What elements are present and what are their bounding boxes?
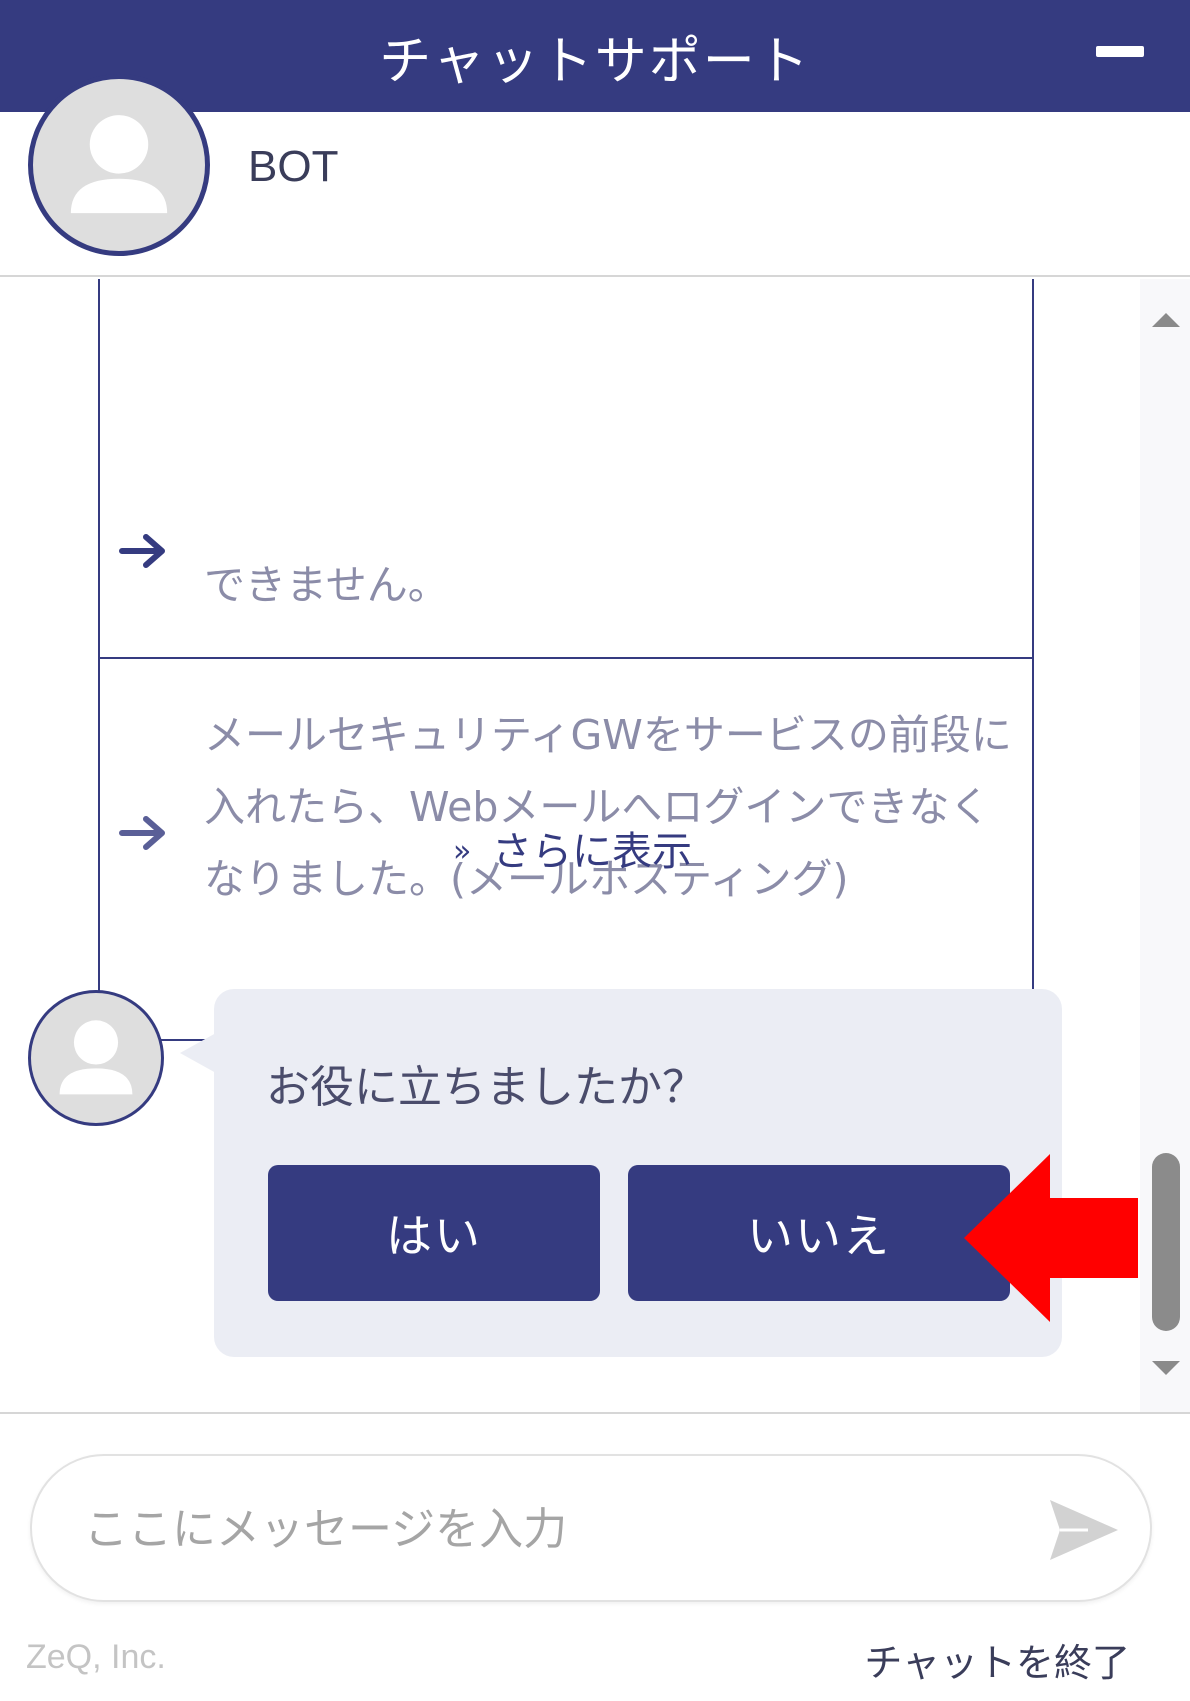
yes-button[interactable]: はい [268, 1165, 600, 1301]
minimize-icon[interactable] [1096, 46, 1144, 57]
header-title: チャットサポート [379, 31, 811, 92]
bot-avatar [28, 74, 210, 256]
no-button[interactable]: いいえ [628, 1165, 1010, 1301]
end-chat-link[interactable]: チャットを終了 [864, 1632, 1130, 1687]
bot-name: BOT [248, 142, 339, 191]
faq-item[interactable]: できません。 [100, 279, 1032, 659]
chat-widget: チャットサポート BOT できません。 メールセキュリティGWをサービスの前段に… [0, 0, 1190, 1701]
person-icon [59, 1020, 133, 1095]
faq-item-text: メールセキュリティGWをサービスの前段に入れたら、Webメールへログインできなく… [204, 711, 1012, 903]
send-icon[interactable] [1048, 1498, 1120, 1562]
show-more-link[interactable]: » さらに表示 [0, 819, 1145, 877]
red-arrow-left-icon [964, 1154, 1138, 1322]
scroll-down-icon[interactable] [1152, 1361, 1180, 1375]
copyright: ZeQ, Inc. [26, 1638, 166, 1676]
faq-item-text: できません。 [204, 561, 449, 609]
message-input-box [30, 1454, 1152, 1602]
feedback-bubble: お役に立ちましたか？ はい いいえ [180, 989, 1062, 1357]
message-input[interactable] [84, 1486, 1004, 1572]
arrow-right-icon [119, 534, 165, 568]
faq-list: できません。 メールセキュリティGWをサービスの前段に入れたら、Webメールへロ… [98, 279, 1034, 1041]
feedback-question: お役に立ちましたか？ [266, 1062, 706, 1113]
show-more-label: さらに表示 [492, 829, 693, 875]
person-icon [70, 115, 168, 214]
message-avatar [28, 990, 164, 1126]
agent-bar: BOT [0, 74, 1190, 277]
scroll-up-icon[interactable] [1152, 313, 1180, 327]
scrollbar-thumb[interactable] [1152, 1153, 1180, 1331]
input-area: ZeQ, Inc. チャットを終了 [0, 1412, 1190, 1701]
bubble-tail [180, 1033, 216, 1073]
scrollbar[interactable] [1140, 279, 1190, 1412]
chevron-double-down-icon: » [452, 834, 472, 869]
